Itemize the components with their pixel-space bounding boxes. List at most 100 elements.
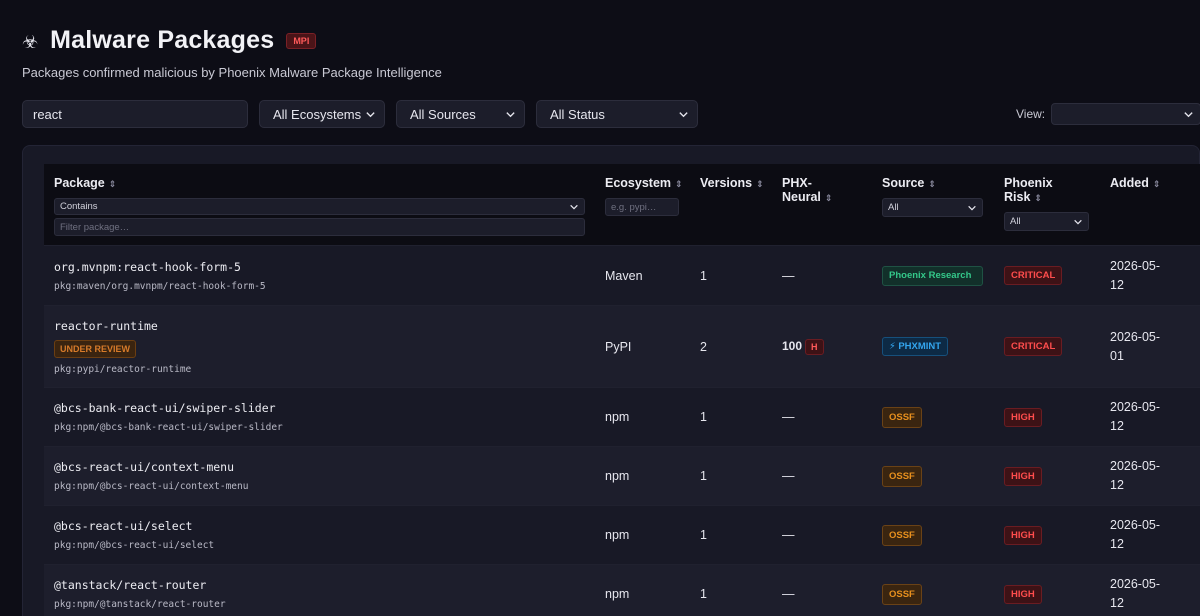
source-badge: OSSF [882, 406, 922, 428]
source-badge: OSSF [882, 524, 922, 546]
ecosystem-filter-input[interactable]: e.g. pypi… [605, 198, 679, 216]
source-badge: ⚡ PHXMINT [882, 337, 949, 356]
package-name[interactable]: reactor-runtime [54, 319, 585, 333]
added-date-line1: 2026-05- [1110, 577, 1161, 592]
package-cell: @bcs-bank-react-ui/swiper-slider pkg:npm… [44, 387, 595, 447]
added-date-line2: 12 [1110, 419, 1124, 433]
table-row[interactable]: reactor-runtime UNDER REVIEW pkg:pypi/re… [44, 305, 1200, 388]
added-cell: 2026-05- 12 [1100, 446, 1200, 506]
sort-icon[interactable]: ⇕ [825, 193, 833, 203]
neural-cell: — [772, 505, 872, 565]
versions-cell: 1 [690, 564, 772, 616]
chevron-down-icon [366, 111, 375, 117]
sort-icon[interactable]: ⇕ [928, 179, 936, 189]
column-header-neural[interactable]: PHX-Neural ⇕ [772, 164, 872, 246]
column-header-source[interactable]: Source ⇕ All [872, 164, 994, 246]
neural-score: — [782, 469, 795, 483]
source-select[interactable]: All Sources [396, 100, 525, 128]
sort-icon[interactable]: ⇕ [109, 179, 117, 189]
packages-panel: Package ⇕ Contains Filter package… Ecosys… [22, 145, 1200, 616]
added-cell: 2026-05- 12 [1100, 245, 1200, 306]
ecosystem-select[interactable]: All Ecosystems [259, 100, 385, 128]
chevron-down-icon [1074, 219, 1082, 225]
status-select-value: All Status [550, 106, 605, 122]
risk-cell: HIGH [994, 446, 1100, 506]
risk-cell: HIGH [994, 505, 1100, 565]
risk-badge: HIGH [1004, 407, 1042, 427]
column-header-risk[interactable]: Phoenix Risk ⇕ All [994, 164, 1100, 246]
versions-cell: 1 [690, 245, 772, 306]
versions-cell: 1 [690, 446, 772, 506]
view-label: View: [1016, 107, 1046, 121]
package-cell: @bcs-react-ui/context-menu pkg:npm/@bcs-… [44, 446, 595, 506]
sort-icon[interactable]: ⇕ [1153, 179, 1161, 189]
package-name[interactable]: org.mvnpm:react-hook-form-5 [54, 260, 585, 274]
neural-cell: — [772, 446, 872, 506]
source-filter-select[interactable]: All [882, 198, 983, 217]
ecosystem-cell: PyPI [595, 305, 690, 388]
column-label: Phoenix Risk [1004, 176, 1053, 204]
chevron-down-icon [570, 204, 578, 210]
risk-badge: HIGH [1004, 525, 1042, 545]
added-cell: 2026-05- 12 [1100, 387, 1200, 447]
package-name[interactable]: @bcs-bank-react-ui/swiper-slider [54, 401, 585, 415]
neural-cell: — [772, 387, 872, 447]
chevron-down-icon [1184, 111, 1193, 117]
column-label: Package [54, 176, 105, 190]
risk-filter-select[interactable]: All [1004, 212, 1089, 231]
package-match-select[interactable]: Contains [54, 198, 585, 215]
neural-cell: — [772, 245, 872, 306]
column-header-package[interactable]: Package ⇕ Contains Filter package… [44, 164, 595, 246]
package-name[interactable]: @bcs-react-ui/select [54, 519, 585, 533]
package-purl: pkg:pypi/reactor-runtime [54, 363, 192, 375]
search-input[interactable] [22, 100, 248, 128]
package-name[interactable]: @bcs-react-ui/context-menu [54, 460, 585, 474]
column-label: Added [1110, 176, 1149, 190]
risk-cell: HIGH [994, 564, 1100, 616]
versions-cell: 1 [690, 387, 772, 447]
source-badge: OSSF [882, 465, 922, 487]
added-date-line1: 2026-05- [1110, 258, 1161, 273]
risk-badge: HIGH [1004, 584, 1042, 604]
package-name[interactable]: @tanstack/react-router [54, 578, 585, 592]
page-subtitle: Packages confirmed malicious by Phoenix … [22, 65, 442, 80]
package-cell: org.mvnpm:react-hook-form-5 pkg:maven/or… [44, 245, 595, 306]
title-row: ☣ Malware Packages MPI [22, 26, 442, 55]
added-date-line2: 12 [1110, 478, 1124, 492]
view-select[interactable] [1051, 103, 1200, 125]
table-row[interactable]: @bcs-react-ui/select pkg:npm/@bcs-react-… [44, 505, 1200, 565]
table-row[interactable]: @bcs-bank-react-ui/swiper-slider pkg:npm… [44, 387, 1200, 447]
column-header-versions[interactable]: Versions ⇕ [690, 164, 772, 246]
table-row[interactable]: @tanstack/react-router pkg:npm/@tanstack… [44, 564, 1200, 616]
page-header: ☣ Malware Packages MPI Packages confirme… [22, 26, 442, 80]
sort-icon[interactable]: ⇕ [756, 179, 764, 189]
versions-cell: 2 [690, 305, 772, 388]
neural-score: — [782, 268, 795, 283]
package-filter-input[interactable]: Filter package… [54, 218, 585, 236]
added-date-line1: 2026-05- [1110, 459, 1161, 473]
sort-icon[interactable]: ⇕ [675, 179, 683, 189]
neural-cell: — [772, 564, 872, 616]
column-label: Ecosystem [605, 176, 672, 190]
source-cell: OSSF [872, 387, 994, 447]
added-date-line1: 2026-05- [1110, 329, 1161, 344]
risk-badge: CRITICAL [1004, 337, 1063, 356]
table-row[interactable]: @bcs-react-ui/context-menu pkg:npm/@bcs-… [44, 446, 1200, 506]
column-header-added[interactable]: Added ⇕ [1100, 164, 1200, 246]
ecosystem-cell: npm [595, 564, 690, 616]
column-header-ecosystem[interactable]: Ecosystem ⇕ e.g. pypi… [595, 164, 690, 246]
source-label: PHXMINT [898, 341, 942, 352]
added-date-line2: 12 [1110, 277, 1124, 292]
package-purl: pkg:maven/org.mvnpm/react-hook-form-5 [54, 280, 266, 292]
risk-cell: CRITICAL [994, 245, 1100, 306]
biohazard-icon: ☣ [22, 32, 39, 52]
package-cell: reactor-runtime UNDER REVIEW pkg:pypi/re… [44, 305, 595, 388]
added-date-line2: 01 [1110, 348, 1124, 363]
source-cell: OSSF [872, 446, 994, 506]
status-select[interactable]: All Status [536, 100, 698, 128]
package-match-value: Contains [60, 201, 98, 212]
sort-icon[interactable]: ⇕ [1034, 193, 1042, 203]
table-row[interactable]: org.mvnpm:react-hook-form-5 pkg:maven/or… [44, 245, 1200, 306]
ecosystem-cell: npm [595, 505, 690, 565]
source-cell: OSSF [872, 505, 994, 565]
